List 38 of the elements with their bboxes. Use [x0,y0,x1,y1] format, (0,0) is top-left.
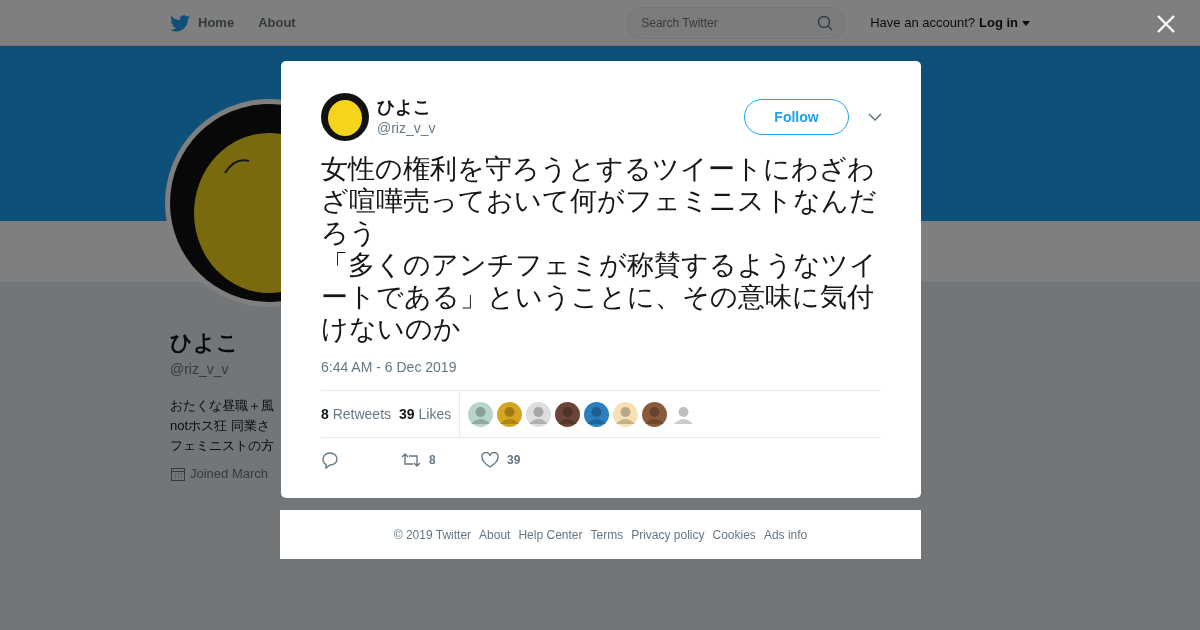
retweet-icon[interactable] [401,452,421,468]
search-input[interactable]: Search Twitter [639,13,818,33]
reply-icon[interactable] [321,451,339,469]
account-prompt: Have an account? [870,14,975,33]
bio-text: フェミニストの方 [170,437,275,455]
action-count: 39 [507,452,521,469]
bio-text: notホス狂 同業さ [170,417,271,435]
caret-icon [1022,20,1030,26]
tweet-timestamp: 6:44 AM - 6 Dec 2019 [321,358,458,377]
footer-link[interactable]: Privacy policy [631,525,705,544]
nav-link[interactable]: Home [170,13,235,33]
footer-link[interactable]: About [479,525,511,544]
login-link[interactable]: Log in [979,13,1030,33]
search-icon[interactable] [817,15,834,31]
author-handle: @riz_v_v [377,118,436,138]
bio-text: おたくな昼職＋風 [170,397,275,415]
footer-link[interactable]: Help Center [518,525,583,544]
stat-count[interactable]: 8 Retweets [321,403,392,425]
profile-name: ひよこ [170,329,240,357]
stat-count[interactable]: 39 Likes [399,403,452,425]
close-icon[interactable] [1156,14,1176,34]
joined-date: Joined March [190,465,269,483]
tweet-text: 「多くのアンチフェミが称賛するようなツイートである」ということに、その意味に気付けないのか [321,249,878,345]
tweet-text: 女性の権利を守ろうとするツイートにわざわざ喧嘩売っておいて何がフェミニストなんだろう [321,153,878,249]
footer-link[interactable]: Terms [590,525,624,544]
chevron-icon[interactable] [868,113,882,121]
heart-icon[interactable] [481,452,499,468]
calendar-icon [170,465,186,482]
author-name: ひよこ [377,95,432,118]
follow-button[interactable]: Follow [744,99,849,135]
footer-link[interactable]: Cookies [712,525,756,544]
profile-handle: @riz_v_v [170,360,230,379]
nav-link[interactable]: About [258,13,296,33]
bird-icon [170,14,190,32]
copyright-text: © 2019 Twitter [393,526,472,544]
footer-link[interactable]: Ads info [763,525,808,544]
action-count: 8 [429,452,436,469]
search-field[interactable]: Search Twitter [626,7,847,39]
